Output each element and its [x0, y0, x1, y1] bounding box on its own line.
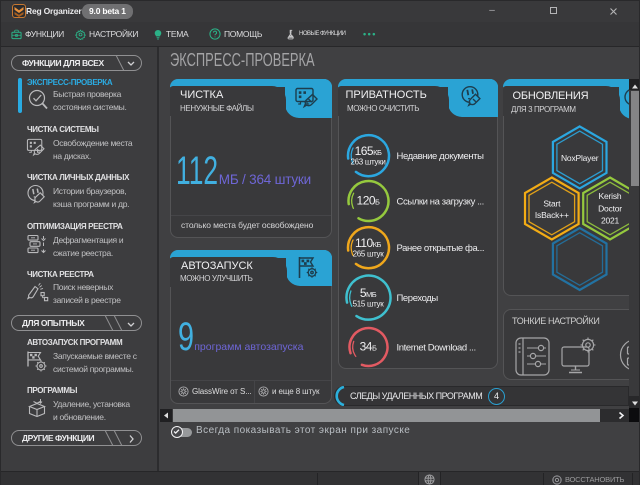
svg-text:Kerish: Kerish [599, 191, 622, 201]
svg-text:2021: 2021 [601, 216, 620, 226]
svg-text:265 штук: 265 штук [353, 250, 385, 259]
svg-text:34Б: 34Б [360, 340, 377, 354]
svg-text:Start: Start [543, 199, 561, 209]
svg-text:Doctor: Doctor [598, 204, 622, 214]
svg-text:110КБ: 110КБ [355, 236, 382, 250]
svg-text:Ссылки на загрузку ...: Ссылки на загрузку ... [397, 197, 484, 208]
svg-text:NoxPlayer: NoxPlayer [561, 153, 599, 163]
svg-text:IsBack++: IsBack++ [535, 210, 569, 220]
svg-text:5МБ: 5МБ [360, 286, 377, 300]
svg-text:120Б: 120Б [357, 194, 381, 208]
svg-text:Недавние документы: Недавние документы [397, 151, 485, 162]
svg-text:Ранее открытые фа...: Ранее открытые фа... [397, 243, 485, 254]
svg-text:Переходы: Переходы [397, 293, 439, 304]
svg-text:515 штук: 515 штук [353, 300, 385, 309]
svg-text:Internet Download ...: Internet Download ... [397, 343, 476, 354]
svg-text:165КБ: 165КБ [355, 144, 382, 158]
svg-text:263 штуки: 263 штуки [350, 158, 385, 167]
